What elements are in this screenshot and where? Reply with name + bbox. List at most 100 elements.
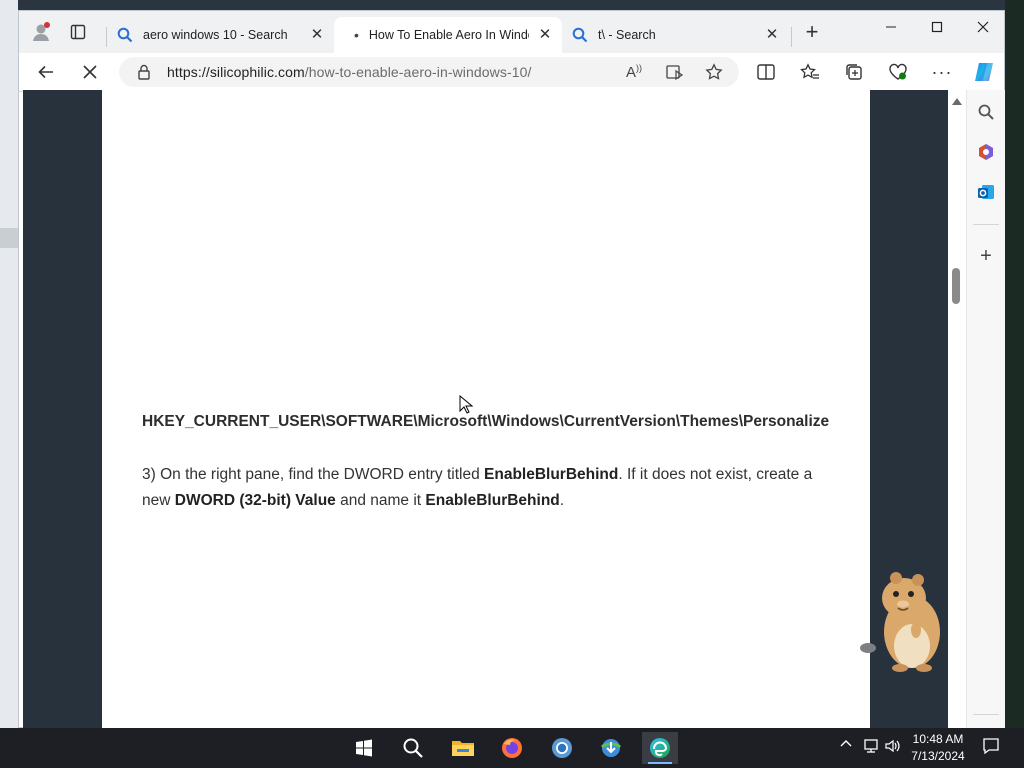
url-host: https://silicophilic.com (167, 64, 305, 80)
more-dots-icon: ··· (931, 61, 953, 82)
stop-icon (83, 65, 97, 79)
profile-button[interactable] (26, 17, 56, 47)
edge-sidebar: + (966, 90, 1005, 729)
step-bold: DWORD (32-bit) Value (174, 492, 336, 509)
profile-icon (33, 22, 50, 41)
plus-icon: + (980, 244, 992, 267)
show-hidden-icons-button[interactable] (840, 738, 852, 753)
step-text: . (559, 492, 565, 509)
tab-label: t\ - Search (598, 28, 656, 42)
clock-time: 10:48 AM (912, 732, 964, 746)
back-button[interactable] (31, 57, 61, 87)
loading-dot-icon: • (354, 27, 359, 43)
tab-close-icon[interactable]: ✕ (536, 26, 554, 44)
taskbar-clock[interactable]: 10:48 AM 7/13/2024 (902, 731, 974, 765)
tab-separator (791, 27, 792, 47)
sidebar-search-button[interactable] (972, 98, 1000, 126)
volume-button[interactable] (884, 738, 902, 757)
minimize-icon (886, 26, 896, 28)
heart-pulse-icon (889, 63, 907, 80)
internet-download-manager-button[interactable] (593, 732, 629, 764)
back-arrow-icon (38, 65, 53, 79)
favorites-list-icon (800, 63, 819, 79)
browser-window: aero windows 10 - Search ✕ • How To Enab… (18, 10, 1005, 729)
tab-actions-button[interactable] (63, 17, 93, 47)
address-bar[interactable]: https://silicophilic.com/how-to-enable-a… (119, 57, 739, 87)
search-icon (572, 27, 588, 43)
close-icon (977, 21, 989, 33)
network-icon (864, 739, 878, 753)
firefox-button[interactable] (494, 732, 530, 764)
step-bold: EnableBlurBehind (425, 492, 560, 509)
registry-key-path: HKEY_CURRENT_USER\SOFTWARE\Microsoft\Win… (142, 413, 830, 430)
tab-label: How To Enable Aero In Windows 10 (368, 28, 529, 42)
tab-actions-icon (70, 24, 86, 40)
sidebar-office-button[interactable] (972, 138, 1000, 166)
tab-t-search[interactable]: t\ - Search ✕ (564, 17, 789, 53)
minimize-button[interactable] (868, 11, 914, 43)
tab-close-icon[interactable]: ✕ (308, 26, 326, 44)
clock-date: 7/13/2024 (911, 749, 965, 763)
stop-loading-button[interactable] (75, 57, 105, 87)
read-aloud-icon[interactable]: A)) (623, 61, 645, 83)
split-screen-icon (757, 64, 775, 80)
collections-button[interactable] (839, 57, 869, 87)
settings-more-button[interactable]: ··· (927, 57, 957, 87)
tab-enable-aero[interactable]: • How To Enable Aero In Windows 10 ✕ (334, 17, 562, 53)
lock-icon[interactable] (137, 64, 151, 80)
tab-separator (106, 27, 107, 47)
close-button[interactable] (960, 11, 1006, 43)
collections-icon (846, 64, 862, 80)
tab-close-icon[interactable]: ✕ (763, 26, 781, 44)
firefox-icon (502, 738, 522, 758)
volume-icon (885, 739, 900, 753)
chevron-up-icon (840, 740, 852, 747)
taskbar-search-button[interactable] (395, 732, 431, 764)
article-content: HKEY_CURRENT_USER\SOFTWARE\Microsoft\Win… (102, 90, 870, 729)
sidebar-outlook-button[interactable] (972, 178, 1000, 206)
step-text: 3) On the right pane, find the DWORD ent… (142, 466, 485, 483)
browser-essentials-button[interactable] (883, 57, 913, 87)
tab-strip: aero windows 10 - Search ✕ • How To Enab… (19, 11, 1004, 53)
search-icon (978, 104, 994, 120)
favorites-button[interactable] (795, 57, 825, 87)
office-icon (979, 144, 993, 160)
scroll-thumb[interactable] (952, 268, 960, 304)
sidebar-divider (973, 224, 999, 225)
search-icon (403, 738, 423, 758)
internet-download-icon (600, 739, 622, 757)
hamster-desktop-pet[interactable] (858, 568, 950, 676)
copilot-icon (975, 63, 993, 81)
page-scrollbar[interactable] (948, 90, 966, 729)
tab-aero-search[interactable]: aero windows 10 - Search ✕ (109, 17, 334, 53)
maximize-button[interactable] (914, 11, 960, 43)
sidebar-add-button[interactable]: + (972, 242, 1000, 270)
scroll-up-arrow-icon[interactable] (952, 98, 962, 105)
mouse-pointer-icon (459, 395, 473, 414)
step-text: and name it (335, 492, 426, 509)
chrome-button[interactable] (544, 732, 580, 764)
favorite-star-icon[interactable] (703, 61, 725, 83)
edge-button[interactable] (642, 732, 678, 764)
search-icon (117, 27, 133, 43)
copilot-button[interactable] (969, 57, 999, 87)
desktop-strip-mark (0, 228, 18, 248)
navigation-toolbar: https://silicophilic.com/how-to-enable-a… (19, 53, 1004, 92)
new-tab-button[interactable]: + (797, 17, 827, 47)
edge-icon (650, 738, 670, 758)
file-explorer-button[interactable] (445, 732, 481, 764)
step-3-paragraph: 3) On the right pane, find the DWORD ent… (142, 462, 842, 514)
start-button[interactable] (346, 732, 382, 764)
notification-icon (983, 738, 999, 755)
notification-center-button[interactable] (982, 737, 1000, 758)
maximize-icon (931, 21, 943, 33)
url-path: /how-to-enable-aero-in-windows-10/ (304, 64, 532, 80)
url-text: https://silicophilic.com/how-to-enable-a… (167, 64, 532, 80)
outlook-icon (978, 185, 994, 199)
immersive-reader-icon[interactable] (664, 61, 686, 83)
split-screen-button[interactable] (751, 57, 781, 87)
taskbar: 10:48 AM 7/13/2024 (0, 728, 1024, 768)
tab-label: aero windows 10 - Search (143, 28, 288, 42)
file-explorer-icon (452, 741, 474, 756)
network-button[interactable] (862, 738, 880, 757)
